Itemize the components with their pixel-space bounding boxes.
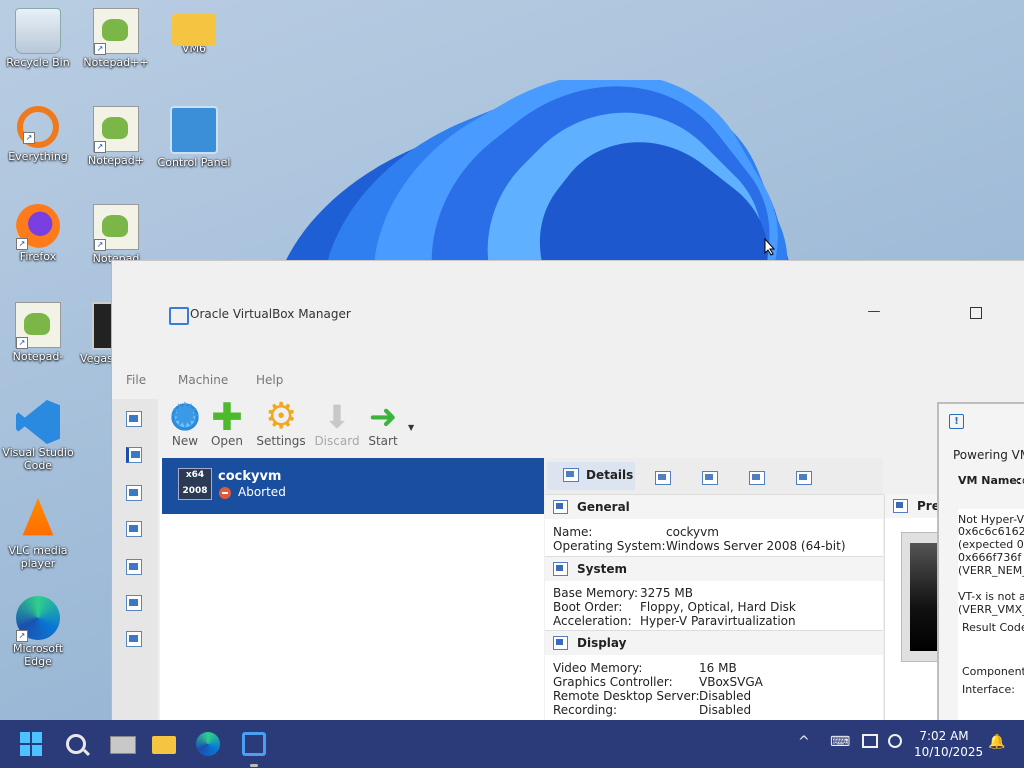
mouse-cursor-icon <box>764 238 776 256</box>
discard-button[interactable]: Discard <box>312 397 362 448</box>
desktop-icon-firefox[interactable]: ↗ Firefox <box>0 204 76 263</box>
clock[interactable]: 7:02 AM 10/10/2025 <box>914 728 983 760</box>
menu-help[interactable]: Help <box>256 373 283 387</box>
notification-icon: ! <box>949 414 964 429</box>
display-section-header[interactable]: Display <box>545 631 883 655</box>
os-windows-2008-icon: x64 2008 <box>178 468 212 500</box>
window-title: Oracle VirtualBox Manager <box>190 307 351 321</box>
settings-button[interactable]: Settings <box>256 397 306 448</box>
virtualbox-taskbar-icon[interactable] <box>242 732 266 756</box>
desktop-icon-recycle-bin[interactable]: Recycle Bin <box>0 8 76 69</box>
activity-tab-icon[interactable] <box>749 471 765 485</box>
control-panel-icon <box>170 106 218 154</box>
start-dropdown-chevron-icon[interactable]: ▼ <box>408 423 414 432</box>
maximize-button[interactable] <box>970 307 982 319</box>
start-button[interactable]: Start <box>358 397 408 448</box>
general-section-header[interactable]: General <box>545 495 883 519</box>
keyboard-icon[interactable]: ⌨ <box>830 734 850 750</box>
title-bar[interactable]: Oracle VirtualBox Manager — <box>112 261 1024 367</box>
display-icon <box>553 636 568 650</box>
media-tool-icon[interactable] <box>126 521 142 537</box>
menu-file[interactable]: File <box>126 373 146 387</box>
activities-tool-icon[interactable] <box>126 631 142 647</box>
new-vm-icon <box>169 395 201 439</box>
system-section: System Base Memory: 3275 MB Boot Order: … <box>545 556 883 631</box>
desktop-icon-vegas[interactable]: Vegas <box>78 302 112 365</box>
taskbar: ^ ⌨ 7:02 AM 10/10/2025 🔔 <box>0 720 1024 768</box>
desktop-icon-notepad-plus[interactable]: ↗ Notepad+ <box>78 106 154 167</box>
notification-bell-icon[interactable]: 🔔 <box>988 734 1005 750</box>
task-view-icon[interactable] <box>110 736 136 754</box>
desktop-icon-notepad[interactable]: ↗ Notepad <box>78 204 154 265</box>
desktop-icon-vm6[interactable]: VM6 <box>156 8 232 55</box>
desktop-icon-notepad-minus[interactable]: ↗ Notepad- <box>0 302 76 363</box>
welcome-tool-icon[interactable] <box>126 411 142 427</box>
notepad-plus-plus-icon: ↗ <box>93 8 139 55</box>
search-icon[interactable] <box>66 734 86 754</box>
preview-icon <box>893 499 908 513</box>
notepad-plus-plus-icon: ↗ <box>93 204 139 251</box>
snapshots-tab-icon[interactable] <box>655 471 671 485</box>
folder-icon <box>172 14 216 46</box>
network-icon[interactable] <box>862 734 878 748</box>
desktop-icon-vlc[interactable]: VLC media player <box>0 498 76 570</box>
desktop-icon-notepadpp[interactable]: ↗ Notepad++ <box>78 8 154 69</box>
desktop-icon-edge[interactable]: ↗ Microsoft Edge <box>0 596 76 668</box>
gear-icon <box>265 397 297 437</box>
tools-sidebar <box>112 399 158 721</box>
vlc-icon <box>22 498 54 536</box>
general-icon <box>553 500 568 514</box>
preview-section-header[interactable]: Prev <box>885 494 941 518</box>
discard-arrow-icon <box>321 397 353 437</box>
vegas-icon <box>92 302 112 350</box>
network-tool-icon[interactable] <box>126 559 142 575</box>
wallpaper-bloom <box>230 80 830 270</box>
preview-section: Prev <box>884 494 942 721</box>
virtualbox-manager-window[interactable]: Oracle VirtualBox Manager — File Machine… <box>111 260 1024 722</box>
start-arrow-icon <box>367 397 399 437</box>
vscode-icon <box>16 400 60 444</box>
vm-state: Aborted <box>238 485 286 499</box>
everything-search-icon: ↗ <box>17 106 59 148</box>
system-icon <box>553 562 568 576</box>
display-section: Display Video Memory: 16 MB Graphics Con… <box>545 630 883 722</box>
open-button[interactable]: Open <box>202 397 252 448</box>
vm-list: x64 2008 cockyvm Aborted <box>160 458 544 721</box>
plus-icon <box>211 397 243 437</box>
machine-tool-icon[interactable] <box>126 447 142 463</box>
general-section: General Name: cockyvm Operating System: … <box>545 494 883 557</box>
desktop-icon-everything[interactable]: ↗ Everything <box>0 106 76 163</box>
tray-chevron-icon[interactable]: ^ <box>798 734 810 750</box>
logs-tab-icon[interactable] <box>702 471 718 485</box>
notepad-plus-plus-icon: ↗ <box>93 106 139 153</box>
system-section-header[interactable]: System <box>545 557 883 581</box>
virtualbox-logo-icon <box>169 307 189 325</box>
start-button-windows-icon[interactable] <box>20 732 44 756</box>
preview-screen <box>901 532 942 662</box>
file-manager-tab-icon[interactable] <box>796 471 812 485</box>
recycle-bin-icon <box>15 8 61 54</box>
file-explorer-icon[interactable] <box>152 736 176 754</box>
firefox-icon: ↗ <box>16 204 60 250</box>
extensions-tool-icon[interactable] <box>126 485 142 501</box>
minimize-button[interactable]: — <box>867 305 881 319</box>
details-icon <box>563 468 579 482</box>
vm-list-item[interactable]: x64 2008 cockyvm Aborted <box>162 458 544 514</box>
vm-name: cockyvm <box>218 469 282 484</box>
desktop-icon-vscode[interactable]: Visual Studio Code <box>0 400 76 472</box>
error-popup[interactable]: ! Powering VM VM Name: co Not Hyper-V C … <box>937 402 1024 722</box>
cloud-tool-icon[interactable] <box>126 595 142 611</box>
volume-muted-icon[interactable] <box>888 734 902 748</box>
details-tab-bar: Details <box>545 458 883 494</box>
edge-taskbar-icon[interactable] <box>196 732 220 756</box>
tab-details[interactable]: Details <box>547 462 635 490</box>
notepad-plus-plus-icon: ↗ <box>15 302 61 349</box>
edge-icon: ↗ <box>16 596 60 642</box>
popup-heading: Powering VM <box>953 448 1024 462</box>
menu-machine[interactable]: Machine <box>178 373 228 387</box>
aborted-state-icon <box>219 487 231 499</box>
active-app-indicator <box>250 764 258 767</box>
desktop-icon-control-panel[interactable]: Control Panel <box>156 106 232 169</box>
